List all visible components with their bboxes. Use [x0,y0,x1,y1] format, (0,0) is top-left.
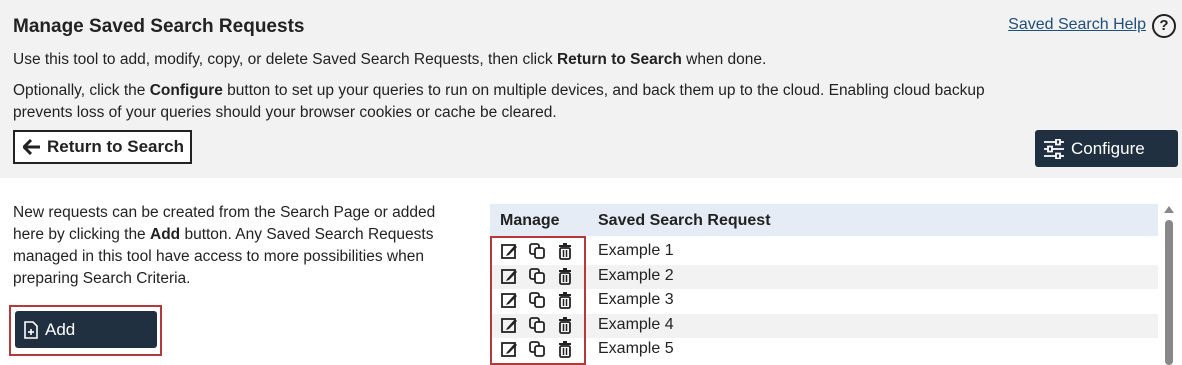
page-title: Manage Saved Search Requests [13,16,305,37]
return-to-search-button[interactable]: Return to Search [13,130,192,164]
table-header: Manage Saved Search Request [490,204,1158,236]
table-row: Example 1 [490,240,1158,264]
column-manage: Manage [500,212,560,229]
saved-search-name[interactable]: Example 5 [598,340,674,358]
return-label: Return to Search [47,137,184,156]
add-instructions: New requests can be created from the Sea… [13,202,463,290]
optional-text-pre: Optionally, click the [13,82,150,99]
saved-search-name[interactable]: Example 4 [598,316,674,334]
intro-text: Use this tool to add, modify, copy, or d… [13,51,766,69]
intro-text-pre: Use this tool to add, modify, copy, or d… [13,51,557,68]
help-link[interactable]: Saved Search Help [1008,16,1146,34]
add-button-highlight: Add [9,305,162,356]
optional-text-bold: Configure [149,82,223,99]
configure-label: Configure [1071,138,1145,158]
add-file-icon [24,320,38,339]
scroll-thumb[interactable] [1165,220,1173,365]
table-row: Example 2 [490,264,1158,289]
optional-text: Optionally, click the Configure button t… [13,82,985,100]
manage-icons-highlight [490,236,586,365]
saved-search-table: Manage Saved Search Request Example 1 Exa… [490,204,1158,365]
table-scrollbar[interactable] [1162,204,1176,365]
configure-button[interactable]: Configure [1035,130,1178,167]
intro-text-bold: Return to Search [556,51,682,68]
add-button[interactable]: Add [15,311,157,348]
scroll-up-icon[interactable] [1164,206,1174,213]
column-saved-search-request: Saved Search Request [598,212,771,229]
help-icon[interactable]: ? [1152,14,1176,38]
table-row: Example 4 [490,313,1158,338]
add-label: Add [45,319,76,339]
header-panel: Manage Saved Search Requests Saved Searc… [0,0,1182,178]
table-row: Example 3 [490,289,1158,313]
add-instructions-bold: Add [150,226,181,243]
sliders-icon [1044,138,1064,159]
table-row: Example 5 [490,338,1158,362]
optional-text-line2: prevents loss of your queries should you… [13,104,557,121]
arrow-left-icon [23,139,40,155]
saved-search-name[interactable]: Example 1 [598,242,674,260]
optional-text-post: button to set up your queries to run on … [222,82,985,99]
saved-search-name[interactable]: Example 3 [598,291,674,309]
saved-search-name[interactable]: Example 2 [598,267,674,285]
intro-text-post: when done. [681,51,767,68]
